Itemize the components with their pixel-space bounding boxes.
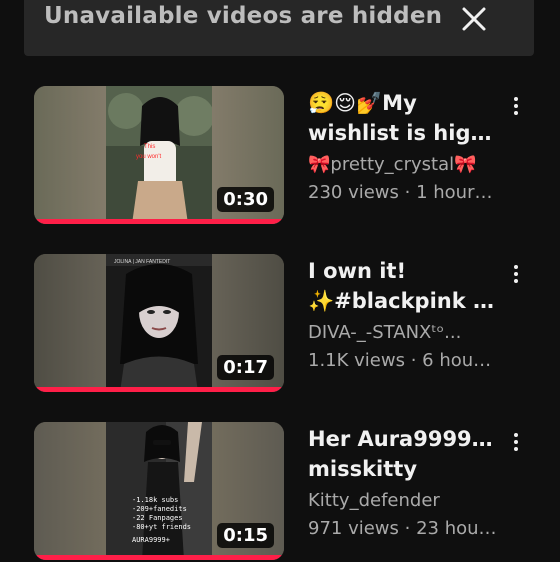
video-title[interactable]: Her Aura99999+# misskitty bbox=[308, 424, 498, 484]
overlay-line: AURA9999+ bbox=[132, 536, 170, 544]
video-title[interactable]: 😮‍💨😌💅My wishlist is highe... bbox=[308, 88, 498, 148]
video-meta: 971 views · 23 hours... bbox=[308, 518, 498, 539]
overlay-line: -1.18k subs bbox=[132, 496, 179, 504]
video-title-line1: I own it! bbox=[308, 259, 407, 283]
banner-text: Unavailable videos are hidden bbox=[44, 3, 443, 29]
video-meta: 230 views · 1 hour a... bbox=[308, 182, 498, 203]
watch-progress-bar bbox=[34, 555, 284, 560]
thumbnail-image: -1.18k subs -209+fanedits -22 Fanpages -… bbox=[106, 422, 212, 560]
video-duration: 0:17 bbox=[217, 355, 274, 380]
video-thumbnail[interactable]: This you won't 0:30 bbox=[34, 86, 284, 224]
video-title-line1: Her Aura99999+# bbox=[308, 427, 498, 451]
channel-name[interactable]: DIVA-_-STANXᵗᵒ... bbox=[308, 322, 498, 343]
overlay-line: -80+yt friends bbox=[132, 523, 192, 531]
unavailable-videos-banner: Unavailable videos are hidden bbox=[24, 0, 534, 56]
thumbnail-image: JOLINA | JAN FANTEDIT bbox=[106, 254, 212, 392]
video-item[interactable]: -1.18k subs -209+fanedits -22 Fanpages -… bbox=[0, 422, 560, 562]
video-thumbnail[interactable]: -1.18k subs -209+fanedits -22 Fanpages -… bbox=[34, 422, 284, 560]
more-options-icon[interactable] bbox=[506, 94, 526, 120]
video-duration: 0:30 bbox=[217, 187, 274, 212]
video-meta: 1.1K views · 6 hours ... bbox=[308, 350, 498, 371]
watch-progress-bar bbox=[34, 387, 284, 392]
overlay-line: -22 Fanpages bbox=[132, 514, 183, 522]
more-options-icon[interactable] bbox=[506, 262, 526, 288]
svg-text:This: This bbox=[144, 144, 155, 150]
video-title[interactable]: I own it! ✨#blackpink #... bbox=[308, 256, 498, 316]
more-options-icon[interactable] bbox=[506, 430, 526, 456]
video-item[interactable]: JOLINA | JAN FANTEDIT 0:17 I own it! ✨#b… bbox=[0, 254, 560, 394]
video-duration: 0:15 bbox=[217, 523, 274, 548]
video-title-line2: wishlist is highe... bbox=[308, 121, 498, 145]
close-icon[interactable] bbox=[459, 4, 489, 34]
channel-name[interactable]: Kitty_defender bbox=[308, 490, 498, 511]
video-title-line1: 😮‍💨😌💅My bbox=[308, 91, 417, 115]
channel-name[interactable]: 🎀pretty_crystal🎀 bbox=[308, 154, 498, 175]
svg-text:you won't: you won't bbox=[136, 154, 161, 160]
video-title-line2: ✨#blackpink #... bbox=[308, 289, 498, 313]
video-item[interactable]: This you won't 0:30 😮‍💨😌💅My wishlist is … bbox=[0, 86, 560, 226]
video-title-line2: misskitty bbox=[308, 457, 418, 481]
thumbnail-image: This you won't bbox=[106, 86, 212, 224]
video-thumbnail[interactable]: JOLINA | JAN FANTEDIT 0:17 bbox=[34, 254, 284, 392]
watch-progress-bar bbox=[34, 219, 284, 224]
overlay-line: -209+fanedits bbox=[132, 505, 187, 513]
